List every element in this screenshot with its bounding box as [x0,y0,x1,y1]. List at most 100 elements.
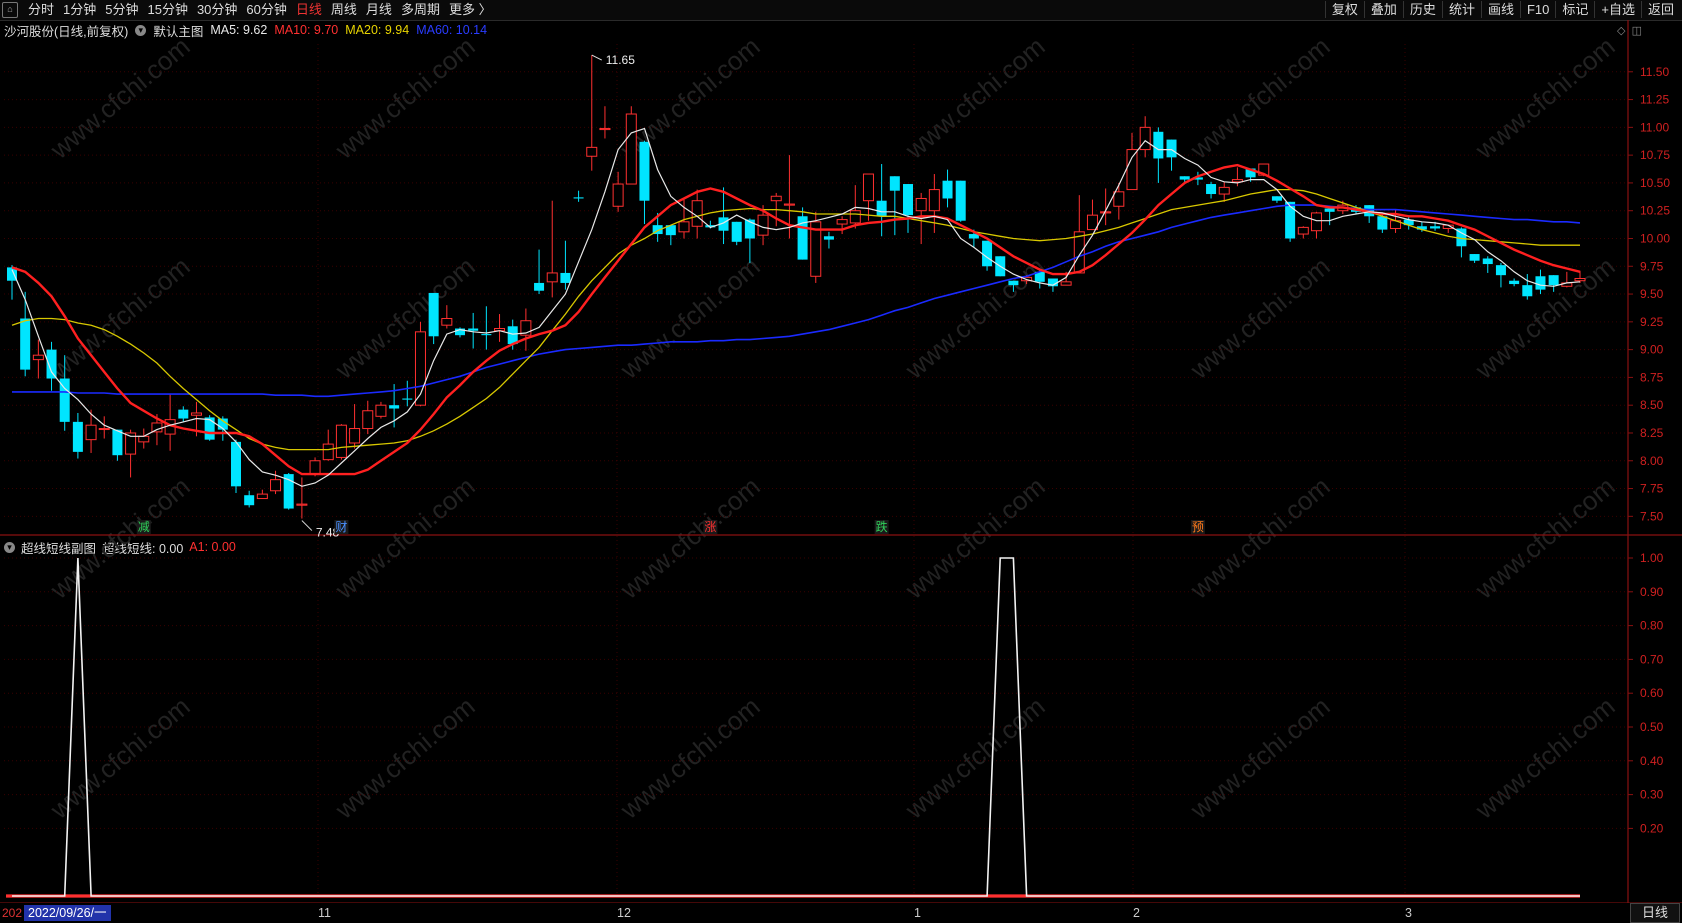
period-tab[interactable]: 日线 [1630,903,1680,923]
watermark-text: www.cfchi.com [1184,691,1336,825]
candlestick [1086,199,1098,231]
candle-body-up [441,318,453,326]
candle-body-down [534,282,545,291]
candlestick [1495,262,1506,288]
candle-body-down [1522,285,1533,297]
candle-body-down [1377,216,1388,230]
chart-canvas[interactable]: www.cfchi.com www.cfchi.com www.cfchi.com w… [0,0,1682,921]
event-marker[interactable]: 跌 [874,519,889,534]
candle-body-down [112,429,123,456]
watermark-text: www.cfchi.com [1469,691,1621,825]
watermark-text: www.cfchi.com [1184,31,1336,165]
candle-body-up [612,183,624,207]
candle-body-down [1482,258,1493,265]
candlestick [876,164,887,237]
candle-body-down [244,495,255,506]
candle-body-up [138,435,150,443]
price-tick-label: 8.75 [1640,370,1664,384]
candle-body-up [1113,191,1125,207]
candle-body-down [20,318,31,370]
candlestick [1139,116,1151,158]
candle-body-down [1285,201,1296,239]
ma60-line [12,204,1581,398]
candle-body-up [678,221,690,233]
price-tick-label: 10.00 [1640,231,1670,245]
candlestick [836,216,848,235]
candlestick [20,291,31,377]
candle-body-down [903,184,913,216]
candlestick [98,416,110,439]
candle-body-up [836,219,848,225]
candlestick [599,106,611,139]
sub-tick-label: 1.00 [1640,551,1664,565]
sub-tick-label: 0.80 [1640,619,1664,633]
price-tick-label: 9.25 [1640,315,1664,329]
event-marker-label: 跌 [876,519,888,534]
price-tick-label: 11.50 [1640,65,1669,79]
grid-layer [4,44,1628,900]
candle-body-up [1139,126,1151,151]
candle-body-down [402,398,413,400]
watermark-text: www.cfchi.com [614,471,766,605]
event-marker[interactable]: 预 [1190,520,1205,534]
candlestick [1535,269,1546,295]
candlestick [428,292,439,345]
candle-body-up [770,195,782,202]
candle-body-down [204,417,215,440]
price-tick-label: 7.50 [1640,509,1664,523]
candlestick [1469,254,1480,263]
candlestick [402,380,413,407]
candle-body-down [639,141,650,201]
event-marker[interactable]: 减 [136,520,151,534]
candlestick [612,171,624,212]
candle-body-up [296,503,308,506]
candle-body-up [586,146,598,157]
watermark-text: www.cfchi.com [329,691,481,825]
watermark-text: www.cfchi.com [899,691,1051,825]
candlestick [1285,201,1296,242]
candlestick [244,490,255,508]
sub-tick-label: 0.30 [1640,788,1664,802]
axes-layer: 11.50 11.25 11.00 10.75 10.50 10.25 10.00 9.75 9… [0,20,1682,904]
candle-body-down [1271,196,1282,201]
candle-body-up [546,272,558,283]
candle-body-up [625,113,637,185]
candle-body-down [481,334,492,336]
watermark-text: www.cfchi.com [899,251,1051,385]
candle-body-up [349,428,361,444]
candlestick [573,190,584,202]
sub-tick-label: 0.50 [1640,720,1664,734]
candle-body-down [1206,184,1217,195]
date-axis-bar: 202 2022/09/26/一 11 12 1 2 3 日线 [0,903,1682,923]
candle-body-down [982,240,993,267]
month-label-dec: 12 [617,906,631,920]
watermark-text: www.cfchi.com [329,251,481,385]
candlestick [85,409,97,453]
candle-body-down [231,441,241,487]
event-marker-label: 财 [335,520,347,534]
event-marker[interactable]: 财 [334,520,349,534]
candlestick [862,173,874,221]
candle-body-up [32,354,44,361]
candlestick [639,140,650,225]
candle-body-down [468,328,479,331]
candlestick [362,400,374,435]
candle-body-up [98,428,110,431]
candle-body-up [1073,231,1085,274]
candlestick [1113,182,1125,220]
candle-body-down [823,236,834,240]
candle-body-up [335,424,347,458]
candlestick [441,305,453,329]
candlestick [375,401,387,419]
watermark-text: www.cfchi.com [1469,31,1621,165]
candlestick [72,412,83,459]
event-marker[interactable]: 涨 [703,519,718,534]
candlestick [1456,227,1467,258]
watermark-text: www.cfchi.com [899,471,1051,605]
sub-tick-label: 0.20 [1640,821,1664,835]
candlestick [1271,196,1282,203]
candle-body-up [1218,186,1230,195]
candle-body-down [389,405,400,409]
candlestick [982,240,993,271]
price-tick-label: 10.25 [1640,204,1670,218]
